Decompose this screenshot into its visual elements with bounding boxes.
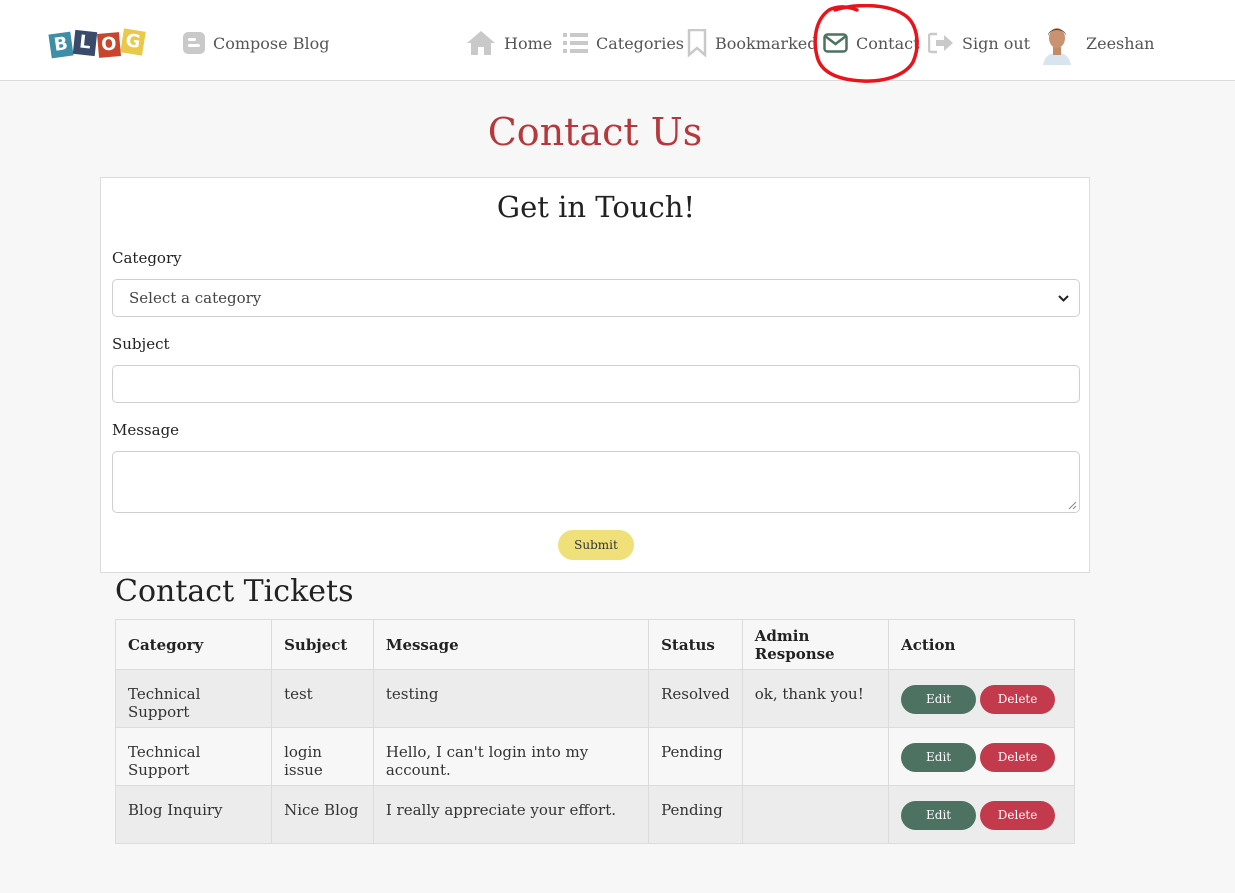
- home-icon: [467, 31, 495, 55]
- column-header: Subject: [271, 619, 374, 670]
- subject-label: Subject: [112, 335, 170, 353]
- form-heading: Get in Touch!: [496, 190, 696, 224]
- table-row: Blog Inquiry Nice Blog I really apprecia…: [114, 785, 1075, 844]
- nav-user[interactable]: Zeeshan: [1086, 28, 1154, 58]
- cell-subject: login issue: [271, 727, 374, 786]
- nav-home[interactable]: Home: [466, 28, 552, 58]
- nav-compose-label: Compose Blog: [213, 33, 330, 53]
- logo-letter-o: O: [96, 32, 122, 58]
- table-header-row: Category Subject Message Status Admin Re…: [114, 619, 1075, 670]
- table-row: Technical Support login issue Hello, I c…: [114, 727, 1075, 786]
- nav-sign-out-label: Sign out: [962, 33, 1031, 53]
- column-header: Status: [648, 619, 743, 670]
- user-avatar[interactable]: [1041, 23, 1073, 65]
- category-label: Category: [112, 249, 182, 267]
- column-header: Action: [888, 619, 1075, 670]
- category-select[interactable]: Select a category: [112, 279, 1080, 317]
- cell-category: Blog Inquiry: [114, 785, 273, 844]
- cell-actions: Edit Delete: [888, 727, 1075, 786]
- nav-sign-out[interactable]: Sign out: [928, 28, 1030, 58]
- message-textarea[interactable]: [112, 451, 1080, 513]
- delete-button[interactable]: Delete: [980, 743, 1056, 772]
- submit-button[interactable]: Submit: [558, 530, 634, 560]
- blog-logo[interactable]: B L O G: [48, 25, 150, 61]
- column-header: Category: [114, 619, 273, 670]
- delete-button[interactable]: Delete: [980, 685, 1056, 714]
- edit-button[interactable]: Edit: [901, 743, 977, 772]
- cell-admin-response: ok, thank you!: [741, 669, 890, 728]
- bookmark-icon: [687, 29, 707, 57]
- logo-letter-b: B: [48, 31, 74, 59]
- cell-admin-response: [741, 785, 890, 844]
- cell-admin-response: [741, 727, 890, 786]
- cell-actions: Edit Delete: [888, 785, 1075, 844]
- logo-letter-g: G: [120, 28, 146, 56]
- resize-handle-icon[interactable]: [1068, 501, 1077, 510]
- chevron-down-icon: [1058, 295, 1069, 302]
- category-select-value: Select a category: [129, 289, 262, 307]
- column-header: Admin Response: [741, 619, 890, 670]
- cell-message: testing: [372, 669, 650, 728]
- nav-home-label: Home: [504, 33, 553, 53]
- cell-status: Pending: [648, 785, 743, 844]
- logo-letter-l: L: [72, 29, 98, 57]
- edit-button[interactable]: Edit: [901, 801, 977, 830]
- column-header: Message: [372, 619, 650, 670]
- cell-message: Hello, I can't login into my account.: [372, 727, 650, 786]
- edit-button[interactable]: Edit: [901, 685, 977, 714]
- nav-bookmarked[interactable]: Bookmarked: [687, 28, 817, 58]
- delete-button[interactable]: Delete: [980, 801, 1056, 830]
- page-title: Contact Us: [487, 110, 703, 154]
- tickets-title: Contact Tickets: [115, 574, 354, 609]
- contact-form-card: Get in Touch! Category Select a category…: [100, 177, 1090, 573]
- annotation-circle: [813, 4, 919, 83]
- list-icon: [563, 33, 588, 53]
- nav-user-name: Zeeshan: [1086, 33, 1155, 53]
- cell-actions: Edit Delete: [888, 669, 1075, 728]
- cell-category: Technical Support: [114, 669, 273, 728]
- blogger-icon: [183, 32, 205, 54]
- cell-subject: Nice Blog: [271, 785, 374, 844]
- cell-subject: test: [271, 669, 374, 728]
- cell-category: Technical Support: [114, 727, 273, 786]
- cell-status: Resolved: [648, 669, 743, 728]
- sign-out-icon: [928, 32, 953, 54]
- nav-categories-label: Categories: [596, 33, 684, 53]
- tickets-table: Category Subject Message Status Admin Re…: [114, 619, 1075, 844]
- nav-compose-blog[interactable]: Compose Blog: [183, 28, 329, 58]
- cell-message: I really appreciate your effort.: [372, 785, 650, 844]
- cell-status: Pending: [648, 727, 743, 786]
- nav-bookmarked-label: Bookmarked: [715, 33, 818, 53]
- top-navbar: B L O G Compose Blog Home Categories Boo…: [0, 0, 1235, 83]
- nav-categories[interactable]: Categories: [563, 28, 684, 58]
- message-label: Message: [112, 421, 180, 439]
- subject-input[interactable]: [112, 365, 1080, 403]
- table-row: Technical Support test testing Resolved …: [114, 669, 1075, 728]
